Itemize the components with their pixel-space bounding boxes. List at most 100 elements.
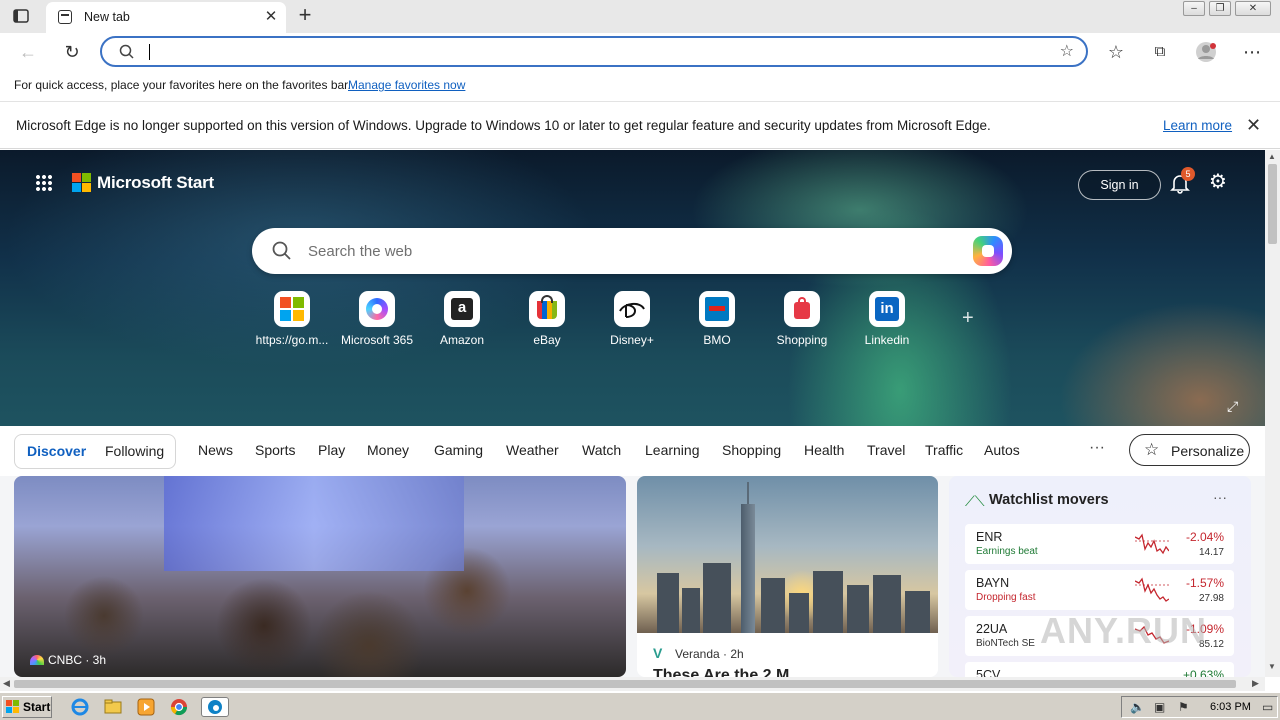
quick-link-ebay[interactable]: eBay (505, 291, 589, 351)
new-tab-button[interactable]: + (294, 4, 316, 27)
restore-button[interactable]: ❐ (1209, 1, 1231, 16)
nav-weather[interactable]: Weather (506, 442, 559, 458)
microsoft-icon (274, 291, 310, 327)
stock-row[interactable]: BAYN Dropping fast -1.57% 27.98 (965, 570, 1234, 610)
new-tab-page: Microsoft Start Sign in 5 ⚙ Search the w… (0, 150, 1265, 677)
news-card-large[interactable]: CNBC · 3h (14, 476, 626, 677)
scroll-left-icon[interactable]: ◀ (3, 678, 10, 689)
web-search-input[interactable] (308, 239, 948, 263)
minimize-button[interactable]: – (1183, 1, 1205, 16)
collections-icon[interactable]: ⧉ (1148, 40, 1172, 64)
scroll-right-icon[interactable]: ▶ (1252, 678, 1259, 689)
scroll-down-icon[interactable]: ▼ (1268, 662, 1276, 671)
tab-strip: New tab ✕ + – ❐ ✕ (0, 0, 1280, 33)
stock-symbol: 22UA (976, 622, 1008, 636)
nav-health[interactable]: Health (804, 442, 844, 458)
more-categories-icon[interactable]: ··· (1089, 439, 1105, 457)
profile-avatar[interactable] (1194, 40, 1218, 64)
stock-row[interactable]: 5CV +0.63% (965, 662, 1234, 677)
nav-traffic[interactable]: Traffic (925, 442, 963, 458)
tab-following[interactable]: Following (105, 443, 164, 459)
stock-symbol: 5CV (976, 668, 1001, 677)
quick-link-go-microsoft[interactable]: https://go.m... (250, 291, 334, 351)
quick-link-label: Microsoft 365 (340, 333, 414, 347)
nav-learning[interactable]: Learning (645, 442, 700, 458)
tab-discover[interactable]: Discover (27, 443, 86, 459)
quick-link-linkedin[interactable]: in Linkedin (845, 291, 929, 351)
network-icon[interactable]: ▣ (1154, 700, 1168, 714)
personalize-button[interactable]: ☆ Personalize (1129, 434, 1250, 466)
add-quick-link-icon[interactable]: + (962, 307, 974, 330)
tab-new-tab[interactable]: New tab ✕ (46, 2, 286, 33)
start-button[interactable]: Start (2, 696, 52, 718)
back-arrow-icon[interactable]: ← (16, 40, 40, 64)
scroll-up-icon[interactable]: ▲ (1268, 152, 1276, 161)
expand-background-icon[interactable]: ⤢ (1227, 398, 1238, 415)
new-tab-favicon-icon (58, 10, 72, 24)
learn-more-link[interactable]: Learn more (1163, 118, 1232, 133)
horizontal-scrollbar[interactable]: ◀ ▶ (0, 677, 1265, 691)
quick-link-bmo[interactable]: BMO (675, 291, 759, 351)
quick-link-label: BMO (703, 333, 731, 347)
sign-in-button[interactable]: Sign in (1078, 170, 1161, 200)
disney-icon (614, 291, 650, 327)
nav-sports[interactable]: Sports (255, 442, 295, 458)
nav-travel[interactable]: Travel (867, 442, 905, 458)
manage-favorites-link[interactable]: Manage favorites now (348, 78, 465, 92)
quick-link-microsoft-365[interactable]: Microsoft 365 (335, 291, 419, 351)
web-search-box[interactable] (252, 228, 1012, 274)
search-icon (119, 44, 134, 59)
internet-explorer-icon[interactable] (70, 697, 92, 717)
watchlist-more-icon[interactable]: ··· (1213, 489, 1227, 505)
quick-link-amazon[interactable]: a Amazon (420, 291, 504, 351)
copilot-icon[interactable] (973, 236, 1003, 266)
nav-gaming[interactable]: Gaming (434, 442, 483, 458)
card-headline[interactable]: These Are the 2 M... (653, 667, 803, 677)
stock-symbol: BAYN (976, 576, 1010, 590)
stock-change: -1.57% (1185, 576, 1224, 590)
chrome-icon[interactable] (169, 697, 191, 717)
file-explorer-icon[interactable] (103, 697, 125, 717)
address-input[interactable] (152, 41, 1032, 63)
infobar-close-icon[interactable]: ✕ (1246, 115, 1261, 136)
nav-shopping[interactable]: Shopping (722, 442, 781, 458)
quick-link-label: Disney+ (610, 333, 654, 347)
stock-row[interactable]: ENR Earnings beat -2.04% 14.17 (965, 524, 1234, 564)
search-icon (272, 241, 291, 260)
media-player-icon[interactable] (136, 697, 158, 717)
address-bar[interactable]: ☆ (100, 36, 1088, 67)
stock-tag: BioNTech SE (976, 638, 1035, 649)
nav-autos[interactable]: Autos (984, 442, 1020, 458)
brand-title[interactable]: Microsoft Start (97, 173, 214, 193)
gear-icon[interactable]: ⚙ (1209, 171, 1231, 193)
nav-watch[interactable]: Watch (582, 442, 621, 458)
show-desktop-icon[interactable]: ▭ (1262, 700, 1276, 714)
edge-icon[interactable] (201, 697, 229, 717)
scrollbar-thumb[interactable] (14, 680, 1236, 688)
m365-icon (359, 291, 395, 327)
sparkline (1135, 533, 1169, 555)
system-tray: 🔈 ▣ ⚑ 6:03 PM ▭ (1121, 696, 1278, 718)
news-card-skyline[interactable]: V Veranda · 2h These Are the 2 M... (637, 476, 938, 677)
vertical-scrollbar[interactable]: ▲ ▼ (1265, 150, 1280, 677)
card-source: CNBC · 3h (30, 653, 106, 667)
close-window-button[interactable]: ✕ (1235, 1, 1271, 16)
add-favorite-icon[interactable]: ☆ (1060, 41, 1074, 61)
sparkle-icon: ☆ (1144, 440, 1160, 459)
scrollbar-thumb[interactable] (1268, 164, 1277, 244)
quick-link-shopping[interactable]: Shopping (760, 291, 844, 351)
app-launcher-icon[interactable] (35, 174, 53, 192)
nav-play[interactable]: Play (318, 442, 345, 458)
volume-icon[interactable]: 🔈 (1130, 700, 1145, 714)
settings-more-icon[interactable]: ⋯ (1240, 40, 1264, 64)
refresh-icon[interactable]: ↻ (60, 40, 84, 64)
nav-money[interactable]: Money (367, 442, 409, 458)
flag-notification-icon[interactable]: ⚑ (1178, 700, 1192, 714)
quick-link-disney-plus[interactable]: Disney+ (590, 291, 674, 351)
text-caret (149, 44, 150, 60)
quick-link-label: Amazon (439, 333, 485, 347)
tab-close-icon[interactable]: ✕ (262, 8, 280, 26)
nav-news[interactable]: News (198, 442, 233, 458)
tab-actions-icon[interactable] (12, 7, 30, 25)
favorites-icon[interactable]: ☆ (1104, 40, 1128, 64)
